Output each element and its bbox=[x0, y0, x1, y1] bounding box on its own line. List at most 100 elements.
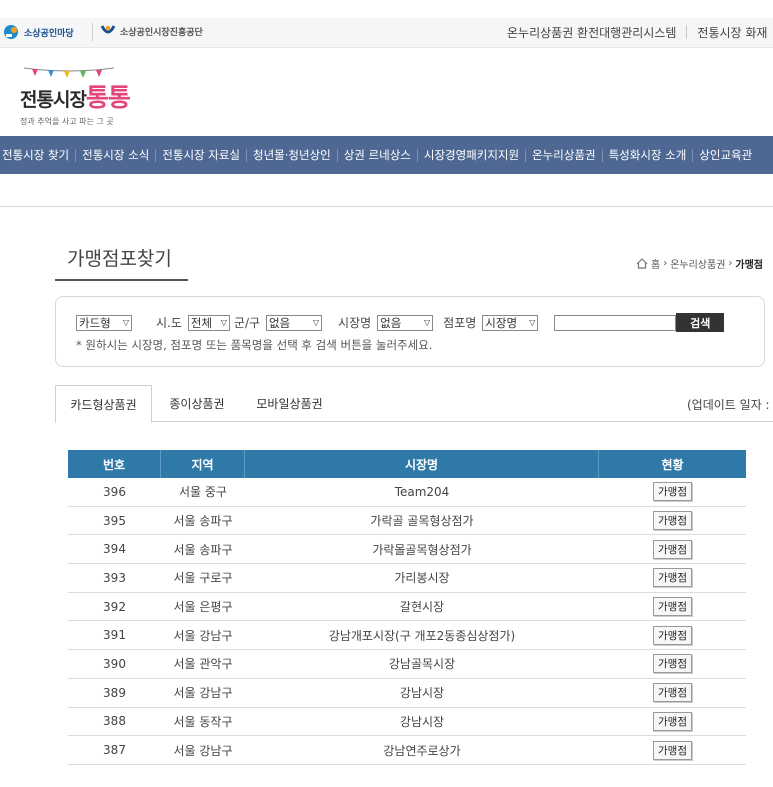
table-row: 388 서울 동작구 강남시장 가맹점 bbox=[68, 708, 746, 737]
tab-paper-voucher[interactable]: 종이상품권 bbox=[152, 385, 242, 422]
main-nav: 전통시장 찾기 전통시장 소식 전통시장 자료실 청년몰·청년상인 상권 르네상… bbox=[0, 136, 773, 174]
site-logo-name-b: 통통 bbox=[85, 83, 131, 112]
divider bbox=[92, 23, 93, 41]
semas-label: 소상공인시장진흥공단 bbox=[120, 27, 203, 38]
status-button[interactable]: 가맹점 bbox=[653, 740, 692, 760]
cell-status: 가맹점 bbox=[599, 621, 746, 649]
cell-market: 강남시장 bbox=[399, 686, 445, 701]
status-button[interactable]: 가맹점 bbox=[653, 511, 692, 531]
sido-select-value: 전체 bbox=[190, 315, 213, 330]
tab-mobile-voucher[interactable]: 모바일상품권 bbox=[242, 385, 337, 422]
nav-item-market-news[interactable]: 전통시장 소식 bbox=[76, 148, 157, 162]
sosang-madang-logo-icon bbox=[4, 25, 18, 39]
top-link-exchange-system[interactable]: 온누리상품권 환전대행관리시스템 bbox=[507, 24, 686, 41]
status-button[interactable]: 가맹점 bbox=[653, 711, 692, 731]
cell-status: 가맹점 bbox=[599, 650, 746, 678]
cell-region: 서울 관악구 bbox=[173, 657, 233, 672]
breadcrumb-separator-icon: › bbox=[663, 258, 668, 269]
cell-region: 서울 송파구 bbox=[173, 542, 233, 557]
chevron-down-icon: ▽ bbox=[529, 318, 536, 327]
breadcrumb: 홈 › 온누리상품권 › 가맹점 bbox=[636, 256, 763, 271]
table-row: 396 서울 중구 Team204 가맹점 bbox=[68, 478, 746, 507]
nav-item-youth[interactable]: 청년몰·청년상인 bbox=[247, 148, 338, 162]
top-links: 온누리상품권 환전대행관리시스템 전통시장 화재 bbox=[507, 24, 773, 41]
tab-card-voucher[interactable]: 카드형상품권 bbox=[55, 385, 152, 423]
table-row: 393 서울 구로구 가리봉시장 가맹점 bbox=[68, 564, 746, 593]
cell-status: 가맹점 bbox=[599, 507, 746, 535]
store-select[interactable]: 시장명 ▽ bbox=[482, 314, 539, 331]
store-table: 번호 지역 시장명 현황 396 서울 중구 Team204 가맹점 395 서울 송파구… bbox=[68, 450, 746, 765]
cell-no: 393 bbox=[103, 570, 126, 585]
gungu-select-value: 없음 bbox=[269, 315, 291, 330]
site-logo[interactable]: 전통시장통통 정과 추억을 사고 파는 그 곳 bbox=[20, 66, 131, 127]
breadcrumb-parent[interactable]: 온누리상품권 bbox=[670, 256, 725, 271]
nav-item-market-search[interactable]: 전통시장 찾기 bbox=[0, 148, 77, 162]
cell-market: 강남개포시장(구 개포2동종심상점가) bbox=[328, 628, 516, 643]
site-logo-name: 전통시장통통 bbox=[20, 78, 131, 114]
nav-item-renaissance[interactable]: 상권 르네상스 bbox=[338, 148, 418, 162]
top-link-fire[interactable]: 전통시장 화재 bbox=[697, 24, 773, 41]
chevron-down-icon: ▽ bbox=[220, 318, 227, 327]
search-row: 카드형 ▽ 시.도 전체 ▽ 군/구 없음 ▽ 시장명 없음 ▽ 점포명 시장명 ▽ 검색 bbox=[76, 313, 725, 332]
gungu-select[interactable]: 없음 ▽ bbox=[266, 314, 323, 331]
divider bbox=[686, 25, 688, 39]
status-button[interactable]: 가맹점 bbox=[653, 625, 692, 645]
sido-label: 시.도 bbox=[156, 316, 182, 330]
nav-item-special-market[interactable]: 특성화시장 소개 bbox=[603, 148, 694, 162]
cell-no: 389 bbox=[103, 685, 126, 700]
cell-no: 388 bbox=[103, 714, 126, 729]
table-row: 395 서울 송파구 가락골 골목형상점가 가맹점 bbox=[68, 507, 746, 536]
semas-logo-icon bbox=[100, 25, 116, 34]
column-header-no: 번호 bbox=[68, 450, 161, 478]
home-icon[interactable] bbox=[636, 258, 648, 269]
cell-no: 396 bbox=[103, 484, 126, 499]
cell-status: 가맹점 bbox=[599, 708, 746, 736]
table-header: 번호 지역 시장명 현황 bbox=[68, 450, 746, 478]
search-hint: * 원하시는 시장명, 점포명 또는 품목명을 선택 후 검색 버튼을 눌러주세… bbox=[76, 338, 433, 352]
search-input[interactable] bbox=[554, 314, 677, 331]
cell-no: 390 bbox=[103, 656, 126, 671]
divider bbox=[0, 206, 773, 207]
cell-region: 서울 강남구 bbox=[173, 686, 233, 701]
market-select[interactable]: 없음 ▽ bbox=[377, 314, 434, 331]
type-select[interactable]: 카드형 ▽ bbox=[76, 314, 132, 331]
cell-region: 서울 은평구 bbox=[173, 600, 233, 615]
cell-region: 서울 송파구 bbox=[173, 514, 233, 529]
cell-no: 395 bbox=[103, 513, 126, 528]
table-row: 387 서울 강남구 강남연주로상가 가맹점 bbox=[68, 736, 746, 765]
sosang-madang-label: 소상공인마당 bbox=[24, 28, 74, 39]
status-button[interactable]: 가맹점 bbox=[653, 568, 692, 588]
status-button[interactable]: 가맹점 bbox=[653, 597, 692, 617]
cell-market: 강남골목시장 bbox=[388, 657, 456, 672]
sosang-madang-logo[interactable]: 소상공인마당 bbox=[2, 24, 74, 40]
chevron-down-icon: ▽ bbox=[122, 318, 129, 327]
chevron-down-icon: ▽ bbox=[424, 318, 431, 327]
status-button[interactable]: 가맹점 bbox=[653, 482, 692, 502]
status-button[interactable]: 가맹점 bbox=[653, 539, 692, 559]
cell-status: 가맹점 bbox=[599, 564, 746, 592]
cell-market: Team204 bbox=[394, 484, 450, 499]
cell-status: 가맹점 bbox=[599, 593, 746, 621]
nav-item-onnuri[interactable]: 온누리상품권 bbox=[526, 148, 603, 162]
status-button[interactable]: 가맹점 bbox=[653, 654, 692, 674]
cell-status: 가맹점 bbox=[599, 535, 746, 563]
status-button[interactable]: 가맹점 bbox=[653, 683, 692, 703]
column-header-region: 지역 bbox=[161, 450, 245, 478]
breadcrumb-home[interactable]: 홈 bbox=[651, 256, 660, 271]
nav-item-management[interactable]: 시장경영패키지지원 bbox=[418, 148, 527, 162]
search-panel: 카드형 ▽ 시.도 전체 ▽ 군/구 없음 ▽ 시장명 없음 ▽ 점포명 시장명 ▽ 검색… bbox=[55, 296, 765, 367]
search-button[interactable]: 검색 bbox=[676, 313, 725, 332]
cell-no: 394 bbox=[103, 542, 126, 557]
site-logo-tagline: 정과 추억을 사고 파는 그 곳 bbox=[20, 117, 114, 126]
table-row: 389 서울 강남구 강남시장 가맹점 bbox=[68, 679, 746, 708]
nav-item-market-archive[interactable]: 전통시장 자료실 bbox=[156, 148, 247, 162]
cell-region: 서울 중구 bbox=[179, 485, 227, 500]
cell-market: 강남연주로상가 bbox=[383, 743, 461, 758]
nav-item-education[interactable]: 상인교육관 bbox=[693, 148, 758, 162]
store-select-value: 시장명 bbox=[485, 315, 518, 330]
semas-logo[interactable]: 소상공인시장진흥공단 bbox=[100, 24, 203, 38]
cell-region: 서울 강남구 bbox=[173, 743, 233, 758]
cell-status: 가맹점 bbox=[599, 736, 746, 764]
sido-select[interactable]: 전체 ▽ bbox=[187, 314, 230, 331]
cell-no: 392 bbox=[103, 599, 126, 614]
